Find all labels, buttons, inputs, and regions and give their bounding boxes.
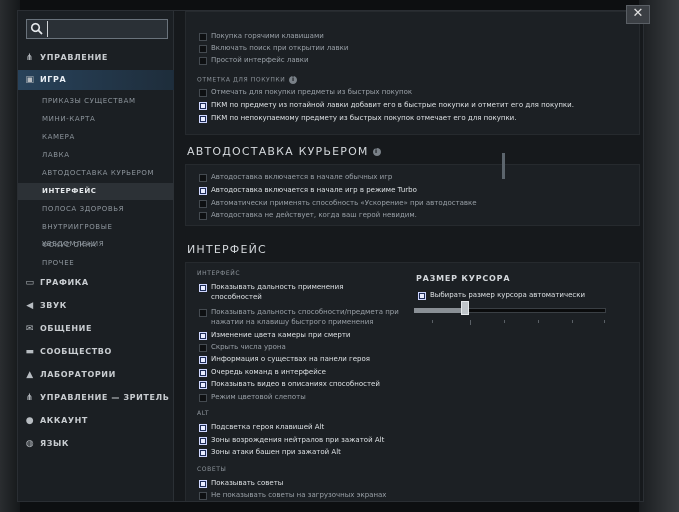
checkbox[interactable] — [199, 356, 207, 364]
sidebar-item-spectator-controls[interactable]: ⋔ УПРАВЛЕНИЕ — ЗРИТЕЛЬ — [18, 388, 174, 408]
user-icon: ● — [25, 416, 35, 426]
checkbox[interactable] — [199, 89, 207, 97]
sidebar-item-account[interactable]: ● АККАУНТ — [18, 411, 174, 431]
sidebar-item-sound[interactable]: ◀ ЗВУК — [18, 296, 174, 316]
sidebar-item-label: ЯЗЫК — [40, 439, 70, 448]
checkbox[interactable] — [199, 57, 207, 65]
sidebar-subitem-health-bar[interactable]: ПОЛОСА ЗДОРОВЬЯ — [18, 201, 174, 218]
sidebar-item-game[interactable]: ▣ ИГРА — [18, 70, 174, 90]
slider-tick — [572, 320, 573, 323]
checkbox[interactable] — [199, 174, 207, 182]
checkbox[interactable] — [199, 309, 207, 317]
settings-content: Покупка горячими клавишами Включать поис… — [175, 11, 641, 501]
checkbox[interactable] — [199, 449, 207, 457]
sidebar-item-label: СООБЩЕСТВО — [40, 347, 112, 356]
checkbox[interactable] — [199, 394, 207, 402]
checkbox[interactable] — [199, 200, 207, 208]
checkbox[interactable] — [199, 102, 207, 110]
checkbox[interactable] — [199, 381, 207, 389]
game-icon: ▣ — [25, 75, 35, 85]
sidebar-item-label: ГРАФИКА — [40, 278, 89, 287]
checkbox[interactable] — [199, 187, 207, 195]
slider-tick — [538, 320, 539, 323]
sidebar-subitem-window-focus[interactable]: ФОКУС ОКНА — [18, 237, 174, 254]
checkbox[interactable] — [199, 45, 207, 53]
sidebar-item-chat[interactable]: ✉ ОБЩЕНИЕ — [18, 319, 174, 339]
sidebar-item-controls[interactable]: ⋔ УПРАВЛЕНИЕ — [18, 48, 174, 68]
sidebar-item-language[interactable]: ◍ ЯЗЫК — [18, 434, 174, 454]
slider-tick — [432, 320, 433, 323]
checkbox[interactable] — [199, 424, 207, 432]
sidebar-subitem-camera[interactable]: КАМЕРА — [18, 129, 174, 146]
sidebar-subitem-minimap[interactable]: МИНИ-КАРТА — [18, 111, 174, 128]
sidebar-item-label: УПРАВЛЕНИЕ — ЗРИТЕЛЬ — [40, 393, 170, 402]
sidebar-item-labs[interactable]: ▲ ЛАБОРАТОРИИ — [18, 365, 174, 385]
chat-icon: ✉ — [25, 324, 35, 334]
checkbox[interactable] — [199, 33, 207, 41]
cursor-size-slider-thumb[interactable] — [461, 301, 469, 315]
background-right — [639, 0, 679, 512]
close-button[interactable]: ✕ — [626, 5, 650, 24]
cursor-size-slider-fill — [414, 308, 466, 313]
checkbox[interactable] — [199, 480, 207, 488]
search-input[interactable] — [47, 21, 165, 37]
search-box[interactable] — [26, 19, 168, 39]
tree-icon: ⋔ — [25, 53, 35, 63]
tips-header: СОВЕТЫ — [197, 466, 227, 473]
scrollbar-thumb[interactable] — [502, 153, 505, 179]
globe-icon: ◍ — [25, 439, 35, 449]
community-icon: ▬ — [25, 347, 35, 357]
checkbox[interactable] — [199, 369, 207, 377]
flask-icon: ▲ — [26, 370, 34, 380]
tree-icon: ⋔ — [25, 393, 35, 403]
sidebar-item-label: ИГРА — [40, 75, 67, 84]
checkbox[interactable] — [199, 115, 207, 123]
search-icon — [30, 22, 43, 35]
sidebar-subitem-courier[interactable]: АВТОДОСТАВКА КУРЬЕРОМ — [18, 165, 174, 182]
sidebar-item-label: ЗВУК — [40, 301, 67, 310]
settings-window: ⋔ УПРАВЛЕНИЕ ▣ ИГРА ПРИКАЗЫ СУЩЕСТВАМ МИ… — [17, 10, 644, 502]
alt-header: ALT — [197, 410, 210, 417]
sidebar-item-label: ОБЩЕНИЕ — [40, 324, 93, 333]
checkbox[interactable] — [418, 292, 426, 300]
sidebar-subitem-other[interactable]: ПРОЧЕЕ — [18, 255, 174, 272]
checkbox[interactable] — [199, 212, 207, 220]
checkbox[interactable] — [199, 344, 207, 352]
buy-mark-header: ОТМЕТКА ДЛЯ ПОКУПКИ i — [197, 76, 298, 84]
checkbox[interactable] — [199, 492, 207, 500]
sidebar-item-graphics[interactable]: ▭ ГРАФИКА — [18, 273, 174, 293]
courier-section-title: АВТОДОСТАВКА КУРЬЕРОМ i — [187, 145, 381, 158]
sidebar-item-label: ЛАБОРАТОРИИ — [40, 370, 116, 379]
speaker-icon: ◀ — [26, 301, 34, 311]
checkbox[interactable] — [199, 284, 207, 292]
slider-tick — [604, 320, 605, 323]
checkbox[interactable] — [199, 332, 207, 340]
sidebar-item-label: УПРАВЛЕНИЕ — [40, 53, 108, 62]
sidebar: ⋔ УПРАВЛЕНИЕ ▣ ИГРА ПРИКАЗЫ СУЩЕСТВАМ МИ… — [18, 11, 174, 501]
checkbox[interactable] — [199, 437, 207, 445]
interface-sub-header: ИНТЕРФЕЙС — [197, 270, 241, 277]
sidebar-item-label: АККАУНТ — [40, 416, 88, 425]
sidebar-subitem-unit-orders[interactable]: ПРИКАЗЫ СУЩЕСТВАМ — [18, 93, 174, 110]
cursor-size-title: РАЗМЕР КУРСОРА — [416, 274, 511, 283]
sidebar-item-community[interactable]: ▬ СООБЩЕСТВО — [18, 342, 174, 362]
info-icon[interactable]: i — [289, 76, 298, 84]
sidebar-subitem-interface[interactable]: ИНТЕРФЕЙС — [18, 183, 174, 200]
sidebar-subitem-notifications[interactable]: ВНУТРИИГРОВЫЕ УВЕДОМЛЕНИЯ — [18, 219, 174, 248]
monitor-icon: ▭ — [25, 278, 35, 288]
sidebar-subitem-shop[interactable]: ЛАВКА — [18, 147, 174, 164]
slider-tick — [504, 320, 505, 323]
interface-section-title: ИНТЕРФЕЙС — [187, 243, 267, 256]
info-icon[interactable]: i — [372, 148, 381, 156]
slider-tick — [470, 320, 471, 325]
